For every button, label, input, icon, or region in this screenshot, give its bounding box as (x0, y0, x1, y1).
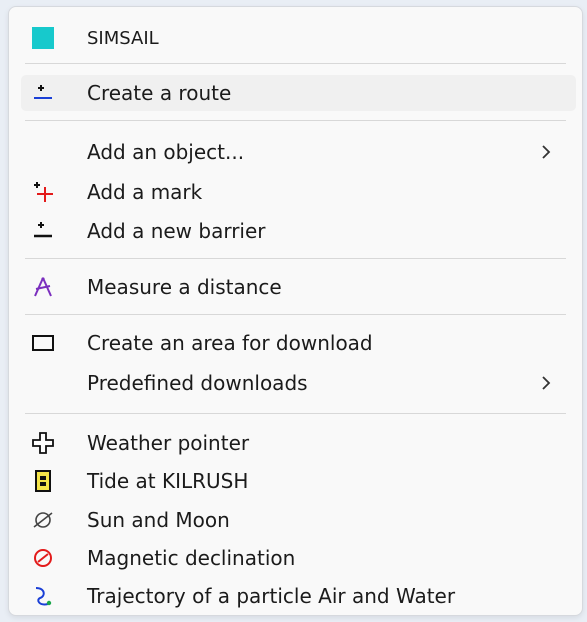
cross-pointer-icon (31, 431, 55, 455)
separator (25, 314, 566, 315)
context-menu: SIMSAIL Create a route Add an object... (8, 6, 583, 616)
menu-item-label: Add an object... (87, 140, 245, 164)
menu-header-title: SIMSAIL (87, 28, 159, 49)
menu-header: SIMSAIL (21, 20, 576, 56)
menu-item-predefined-downloads[interactable]: Predefined downloads (21, 365, 576, 401)
menu-item-label: Weather pointer (87, 431, 250, 455)
menu-item-label: Add a mark (87, 180, 203, 204)
planet-icon (31, 508, 55, 532)
plus-red-icon (31, 180, 55, 204)
menu-item-create-area[interactable]: Create an area for download (21, 325, 576, 361)
menu-item-label: Create a route (87, 81, 232, 105)
menu-item-measure-distance[interactable]: Measure a distance (21, 269, 576, 305)
menu-item-add-mark[interactable]: Add a mark (21, 174, 576, 210)
menu-item-label: Tide at KILRUSH (87, 469, 249, 493)
rectangle-icon (31, 331, 55, 355)
menu-item-add-object[interactable]: Add an object... (21, 134, 576, 170)
separator (25, 120, 566, 121)
separator (25, 413, 566, 414)
menu-item-label: Create an area for download (87, 331, 373, 355)
menu-item-weather-pointer[interactable]: Weather pointer (21, 425, 576, 461)
separator (25, 63, 566, 64)
menu-item-add-barrier[interactable]: Add a new barrier (21, 213, 576, 249)
menu-item-label: Predefined downloads (87, 371, 308, 395)
plus-underline-black-icon (31, 219, 55, 243)
cyan-square-icon (31, 26, 55, 50)
menu-item-label: Magnetic declination (87, 546, 296, 570)
menu-item-label: Sun and Moon (87, 508, 230, 532)
chevron-right-icon (538, 374, 554, 392)
menu-item-trajectory[interactable]: Trajectory of a particle Air and Water (21, 578, 576, 614)
menu-item-tide[interactable]: Tide at KILRUSH (21, 463, 576, 499)
menu-item-label: Trajectory of a particle Air and Water (87, 584, 456, 608)
menu-item-label: Measure a distance (87, 275, 282, 299)
compass-purple-icon (31, 275, 55, 299)
plus-underline-blue-icon (31, 81, 55, 105)
tide-gauge-icon (31, 469, 55, 493)
menu-item-label: Add a new barrier (87, 219, 266, 243)
chevron-right-icon (538, 143, 554, 161)
trajectory-icon (31, 584, 55, 608)
menu-item-sun-moon[interactable]: Sun and Moon (21, 502, 576, 538)
menu-item-create-route[interactable]: Create a route (21, 75, 576, 111)
menu-item-magnetic-declination[interactable]: Magnetic declination (21, 540, 576, 576)
separator (25, 258, 566, 259)
no-entry-red-icon (31, 546, 55, 570)
